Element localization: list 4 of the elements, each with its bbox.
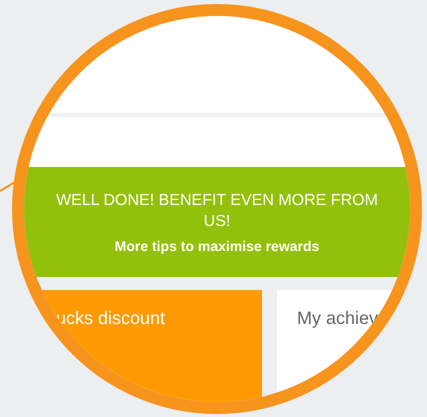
card-title: My achiev	[297, 308, 378, 328]
banner-subtitle: More tips to maximise rewards	[114, 238, 320, 254]
banner-title: WELL DONE! BENEFIT EVEN MORE FROM US!	[55, 191, 379, 232]
promo-banner[interactable]: WELL DONE! BENEFIT EVEN MORE FROM US! More tips to maximise rewards	[24, 167, 410, 277]
